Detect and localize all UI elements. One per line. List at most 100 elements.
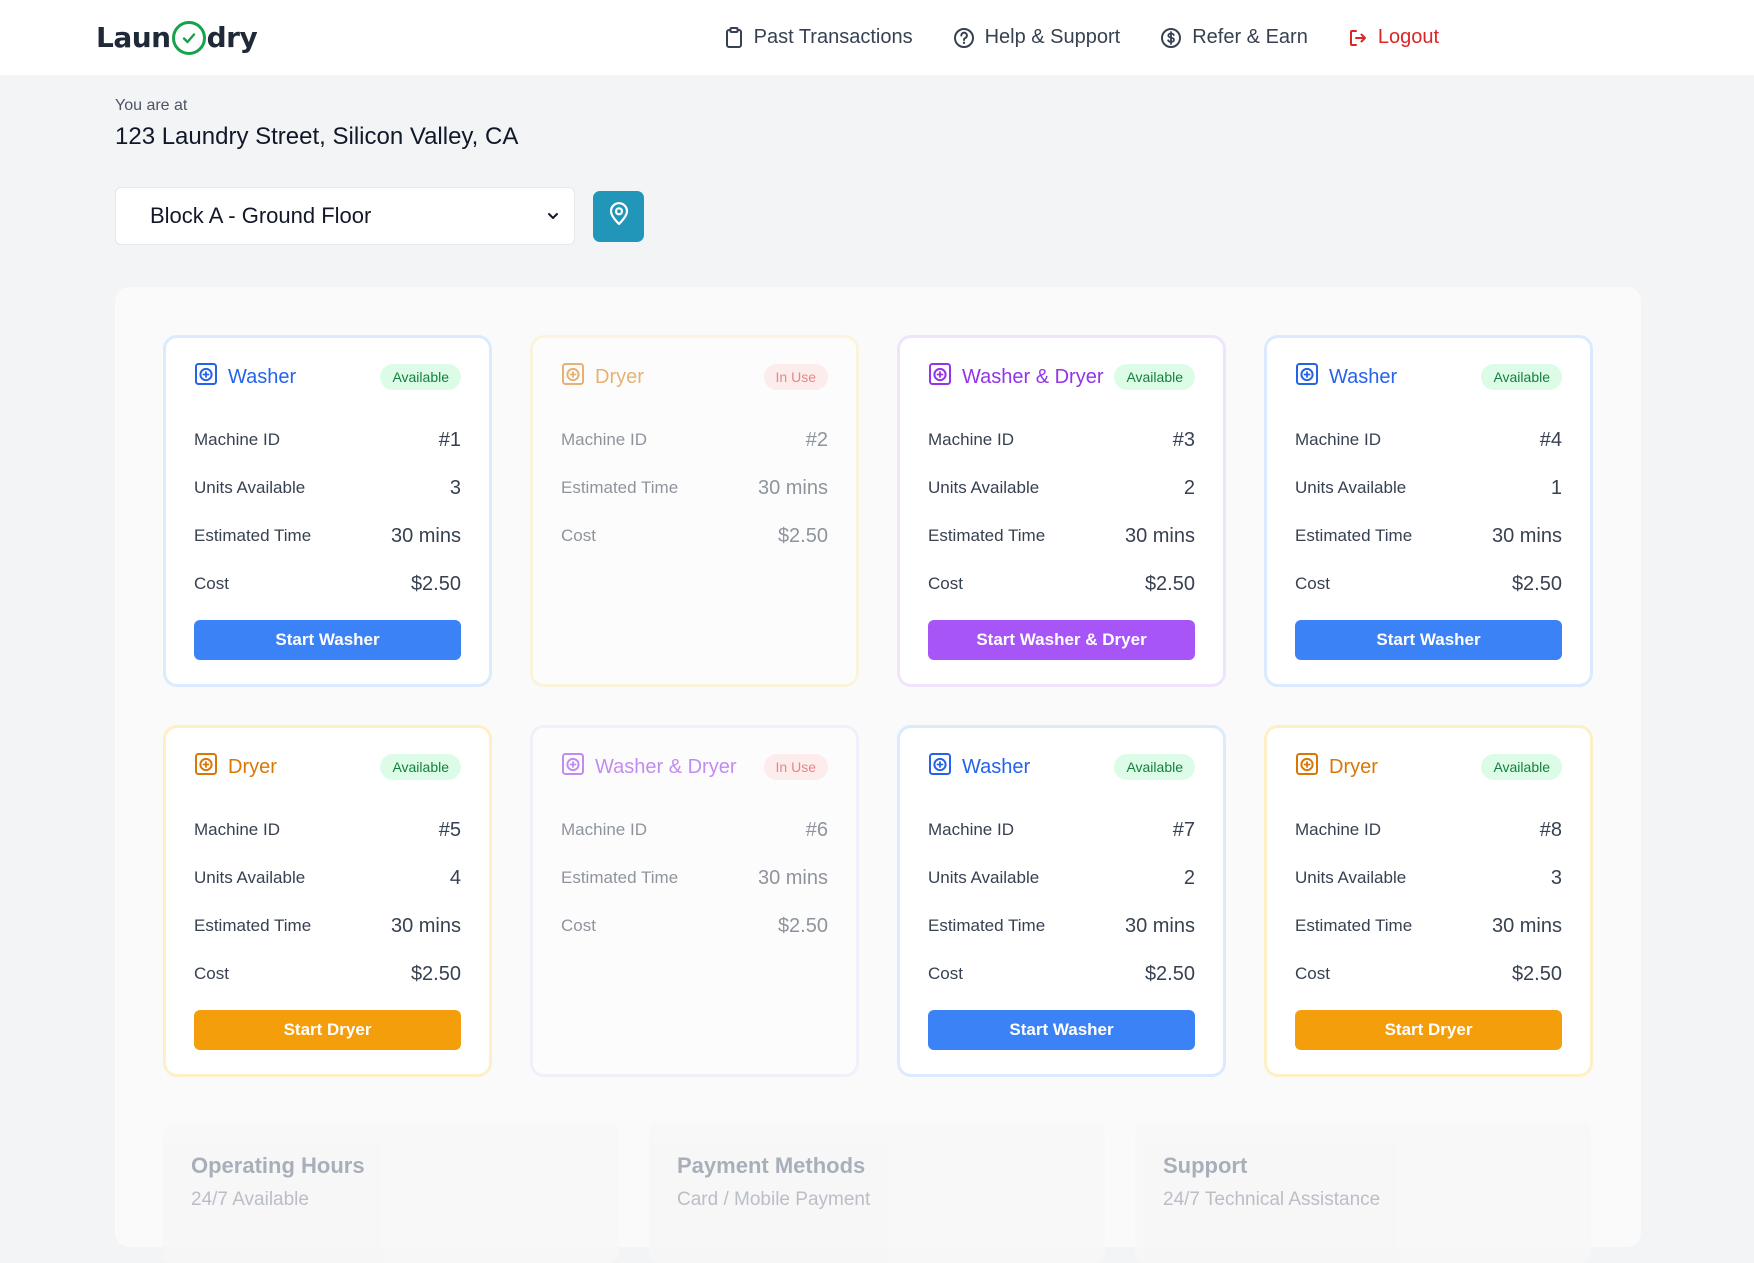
detail-label: Cost: [928, 964, 963, 983]
detail-row: Machine ID #8: [1295, 806, 1562, 854]
detail-label: Cost: [561, 526, 596, 545]
combo-machine-icon: [928, 362, 952, 392]
detail-row: Estimated Time 30 mins: [1295, 512, 1562, 560]
detail-value: #5: [438, 818, 461, 841]
detail-value: 30 mins: [390, 914, 461, 937]
machine-card: Washer & Dryer In Use Machine ID #6 Estimate…: [530, 725, 859, 1077]
machine-title: Washer & Dryer: [561, 752, 737, 782]
detail-row: Machine ID #6: [561, 806, 828, 854]
info-title: Payment Methods: [677, 1153, 866, 1178]
detail-value: $2.50: [1144, 962, 1195, 985]
start-dryer-button[interactable]: Start Dryer: [1295, 1010, 1562, 1050]
start-washer-button[interactable]: Start Washer: [928, 1010, 1195, 1050]
info-card-operating-hours: Operating Hours 24/7 Available: [163, 1123, 619, 1263]
detail-label: Estimated Time: [928, 916, 1046, 935]
info-title: Support: [1163, 1153, 1248, 1178]
machine-card: Washer Available Machine ID #7 Units Availab…: [897, 725, 1226, 1077]
start-combo-button[interactable]: Start Washer & Dryer: [928, 620, 1195, 660]
machine-details: Machine ID #3 Units Available 2 Estimated Ti…: [928, 416, 1195, 608]
block-select-value: Block A - Ground Floor: [150, 203, 372, 228]
detail-value: 30 mins: [757, 476, 828, 499]
detail-value: 2: [1183, 866, 1195, 889]
machine-title-label: Washer: [1329, 365, 1398, 388]
info-subtitle: Card / Mobile Payment: [677, 1189, 871, 1210]
detail-label: Estimated Time: [1295, 916, 1413, 935]
logout-icon: [1348, 28, 1368, 48]
detail-value: 30 mins: [390, 524, 461, 547]
location-address: 123 Laundry Street, Silicon Valley, CA: [115, 123, 519, 150]
machine-details: Machine ID #8 Units Available 3 Estimated Ti…: [1295, 806, 1562, 998]
detail-row: Units Available 3: [194, 464, 461, 512]
nav-help-support[interactable]: Help & Support: [953, 26, 1121, 49]
detail-value: $2.50: [410, 572, 461, 595]
machine-card: Dryer In Use Machine ID #2 Estimated Time 30 …: [530, 335, 859, 687]
machine-card-header: Washer Available: [1295, 360, 1562, 394]
detail-label: Cost: [1295, 574, 1330, 593]
block-select[interactable]: Block A - Ground Floor: [115, 187, 575, 245]
detail-label: Cost: [561, 916, 596, 935]
detail-label: Estimated Time: [561, 868, 679, 887]
clipboard-icon: [724, 26, 744, 49]
detail-value: 30 mins: [757, 866, 828, 889]
machine-title-label: Washer: [228, 365, 297, 388]
detail-row: Machine ID #5: [194, 806, 461, 854]
help-icon: [953, 27, 975, 49]
detail-row: Cost $2.50: [561, 902, 828, 950]
machine-title-label: Washer & Dryer: [595, 755, 737, 778]
nav-label: Help & Support: [984, 26, 1121, 48]
info-subtitle: 24/7 Available: [191, 1189, 309, 1210]
app-logo[interactable]: Laun dry: [96, 20, 258, 55]
detail-label: Machine ID: [1295, 430, 1381, 449]
detail-label: Machine ID: [561, 430, 647, 449]
detail-label: Cost: [928, 574, 963, 593]
detail-row: Cost $2.50: [194, 560, 461, 608]
detail-value: #6: [805, 818, 828, 841]
detail-row: Machine ID #2: [561, 416, 828, 464]
location-pin-button[interactable]: [593, 190, 644, 242]
detail-row: Estimated Time 30 mins: [561, 464, 828, 512]
machine-title: Washer: [194, 362, 296, 392]
chevron-down-icon: [546, 203, 560, 229]
location-section: You are at 123 Laundry Street, Silicon V…: [0, 75, 1754, 245]
nav-label: Logout: [1377, 26, 1439, 48]
combo-machine-icon: [561, 752, 585, 782]
detail-value: 30 mins: [1124, 524, 1195, 547]
detail-value: $2.50: [410, 962, 461, 985]
info-strip: Operating Hours 24/7 Available Payment M…: [163, 1123, 1591, 1263]
machine-card: Dryer Available Machine ID #5 Units Availabl…: [163, 725, 492, 1077]
map-pin-icon: [606, 201, 632, 232]
machine-title-label: Washer & Dryer: [962, 365, 1104, 388]
machine-title: Dryer: [561, 362, 644, 392]
nav-past-transactions[interactable]: Past Transactions: [724, 26, 913, 49]
machine-grid: Washer Available Machine ID #1 Units Availab…: [163, 335, 1593, 1077]
machine-title: Washer & Dryer: [928, 362, 1104, 392]
start-washer-button[interactable]: Start Washer: [194, 620, 461, 660]
detail-value: $2.50: [777, 914, 828, 937]
detail-label: Estimated Time: [194, 916, 312, 935]
machine-title-label: Washer: [962, 755, 1031, 778]
detail-label: Estimated Time: [1295, 526, 1413, 545]
info-card-payment-methods: Payment Methods Card / Mobile Payment: [649, 1123, 1105, 1263]
nav-logout[interactable]: Logout: [1348, 26, 1439, 49]
status-badge: In Use: [763, 754, 828, 780]
washer-machine-icon: [928, 752, 952, 782]
nav-refer-earn[interactable]: Refer & Earn: [1160, 26, 1308, 49]
detail-value: #8: [1539, 818, 1562, 841]
info-subtitle: 24/7 Technical Assistance: [1163, 1189, 1381, 1210]
detail-label: Machine ID: [194, 820, 280, 839]
detail-value: $2.50: [1511, 572, 1562, 595]
info-card-support: Support 24/7 Technical Assistance: [1135, 1123, 1591, 1263]
detail-label: Estimated Time: [194, 526, 312, 545]
detail-value: 30 mins: [1124, 914, 1195, 937]
detail-value: 3: [1550, 866, 1562, 889]
machine-details: Machine ID #4 Units Available 1 Estimated Ti…: [1295, 416, 1562, 608]
washer-machine-icon: [1295, 362, 1319, 392]
machine-title-label: Dryer: [1329, 755, 1378, 778]
detail-row: Units Available 2: [928, 464, 1195, 512]
detail-row: Units Available 3: [1295, 854, 1562, 902]
detail-value: #1: [438, 428, 461, 451]
machine-title: Dryer: [194, 752, 277, 782]
start-washer-button[interactable]: Start Washer: [1295, 620, 1562, 660]
detail-row: Estimated Time 30 mins: [1295, 902, 1562, 950]
start-dryer-button[interactable]: Start Dryer: [194, 1010, 461, 1050]
